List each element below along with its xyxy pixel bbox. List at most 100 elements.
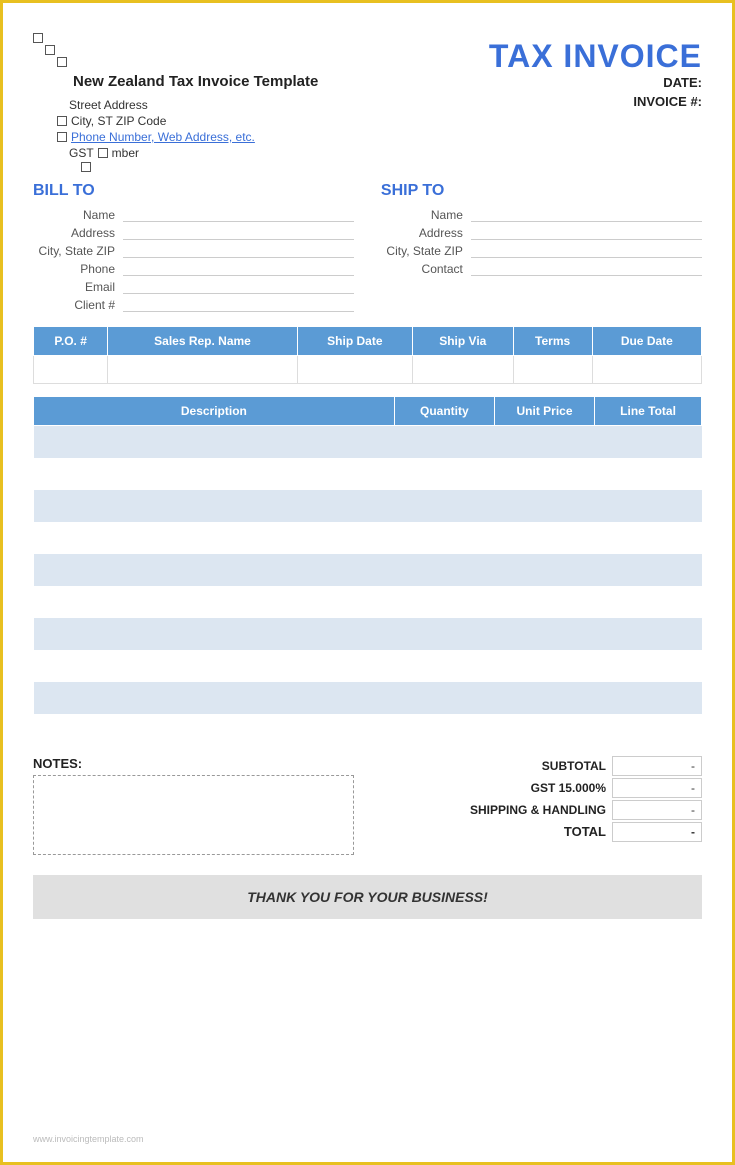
date-invoice-block: DATE: INVOICE #: <box>633 75 702 113</box>
thank-you-bar: THANK YOU FOR YOUR BUSINESS! <box>33 875 702 919</box>
ship-name-label: Name <box>381 208 471 222</box>
ship-contact-row: Contact <box>381 262 702 276</box>
bill-client-row: Client # <box>33 298 354 312</box>
shipping-value: - <box>612 800 702 820</box>
order-terms-val <box>513 356 592 384</box>
bill-phone-label: Phone <box>33 262 123 276</box>
item-qty <box>394 426 494 458</box>
shipping-label: SHIPPING & HANDLING <box>452 803 612 817</box>
city-label: City, ST ZIP Code <box>71 114 166 128</box>
gst-label: GST 15.000% <box>452 781 612 795</box>
notes-label: NOTES: <box>33 756 354 771</box>
item-qty <box>394 458 494 490</box>
bill-client-value <box>123 298 354 312</box>
notes-box[interactable] <box>33 775 354 855</box>
order-header-po: P.O. # <box>34 327 108 356</box>
item-price <box>494 426 594 458</box>
summary-block: SUBTOTAL - GST 15.000% - SHIPPING & HAND… <box>381 756 702 844</box>
checkbox-phone <box>57 132 67 142</box>
header-right: TAX INVOICE DATE: INVOICE #: <box>489 33 702 113</box>
gst-row: GST 15.000% - <box>381 778 702 798</box>
bill-to-title: BILL TO <box>33 182 354 200</box>
ship-city-label: City, State ZIP <box>381 244 471 258</box>
cb-row-2 <box>57 57 318 67</box>
ship-address-value <box>471 226 702 240</box>
order-table: P.O. # Sales Rep. Name Ship Date Ship Vi… <box>33 326 702 384</box>
notes-block: NOTES: <box>33 756 354 855</box>
checkbox-gst <box>98 148 108 158</box>
bill-city-label: City, State ZIP <box>33 244 123 258</box>
item-row <box>34 714 702 746</box>
bill-phone-value <box>123 262 354 276</box>
subtotal-row: SUBTOTAL - <box>381 756 702 776</box>
bill-to-block: BILL TO Name Address City, State ZIP Pho… <box>33 182 354 316</box>
gst-row: GST mber <box>69 146 318 160</box>
items-header-desc: Description <box>34 397 395 426</box>
items-header-qty: Quantity <box>394 397 494 426</box>
bill-email-row: Email <box>33 280 354 294</box>
checkbox-stack <box>33 33 318 67</box>
item-price <box>494 714 594 746</box>
checkbox-2 <box>57 57 67 67</box>
item-desc <box>34 714 395 746</box>
bill-address-label: Address <box>33 226 123 240</box>
items-header-price: Unit Price <box>494 397 594 426</box>
item-desc <box>34 650 395 682</box>
phone-row: Phone Number, Web Address, etc. <box>57 130 318 144</box>
item-desc <box>34 522 395 554</box>
checkbox-0 <box>33 33 43 43</box>
item-row <box>34 682 702 714</box>
item-row <box>34 426 702 458</box>
bill-name-row: Name <box>33 208 354 222</box>
item-qty <box>394 682 494 714</box>
total-row: TOTAL - <box>381 822 702 842</box>
item-qty <box>394 618 494 650</box>
bill-client-label: Client # <box>33 298 123 312</box>
ship-contact-value <box>471 262 702 276</box>
bill-email-label: Email <box>33 280 123 294</box>
ship-to-block: SHIP TO Name Address City, State ZIP Con… <box>381 182 702 316</box>
item-qty <box>394 586 494 618</box>
order-header-due-date: Due Date <box>592 327 701 356</box>
gst-value: - <box>612 778 702 798</box>
ship-name-value <box>471 208 702 222</box>
item-price <box>494 458 594 490</box>
item-price <box>494 490 594 522</box>
item-qty <box>394 522 494 554</box>
extra-cb-row <box>81 162 318 172</box>
item-row <box>34 618 702 650</box>
item-price <box>494 554 594 586</box>
item-total <box>595 650 702 682</box>
order-ship-date-val <box>297 356 412 384</box>
checkbox-1 <box>45 45 55 55</box>
gst-prefix: GST <box>69 146 94 160</box>
item-qty <box>394 554 494 586</box>
order-header-ship-via: Ship Via <box>412 327 513 356</box>
item-total <box>595 714 702 746</box>
order-ship-via-val <box>412 356 513 384</box>
item-desc <box>34 618 395 650</box>
bill-name-label: Name <box>33 208 123 222</box>
ship-address-row: Address <box>381 226 702 240</box>
city-row: City, ST ZIP Code <box>57 114 318 128</box>
item-desc <box>34 554 395 586</box>
order-header-ship-date: Ship Date <box>297 327 412 356</box>
ship-contact-label: Contact <box>381 262 471 276</box>
street-label: Street Address <box>69 98 148 112</box>
checkbox-city <box>57 116 67 126</box>
bill-phone-row: Phone <box>33 262 354 276</box>
items-header-total: Line Total <box>595 397 702 426</box>
bill-city-value <box>123 244 354 258</box>
item-desc <box>34 586 395 618</box>
item-row <box>34 554 702 586</box>
gst-suffix: mber <box>112 146 139 160</box>
shipping-row: SHIPPING & HANDLING - <box>381 800 702 820</box>
order-due-date-val <box>592 356 701 384</box>
cb-row-0 <box>33 33 318 43</box>
total-value: - <box>612 822 702 842</box>
subtotal-value: - <box>612 756 702 776</box>
item-desc <box>34 682 395 714</box>
bill-email-value <box>123 280 354 294</box>
ship-to-title: SHIP TO <box>381 182 702 200</box>
bill-address-value <box>123 226 354 240</box>
